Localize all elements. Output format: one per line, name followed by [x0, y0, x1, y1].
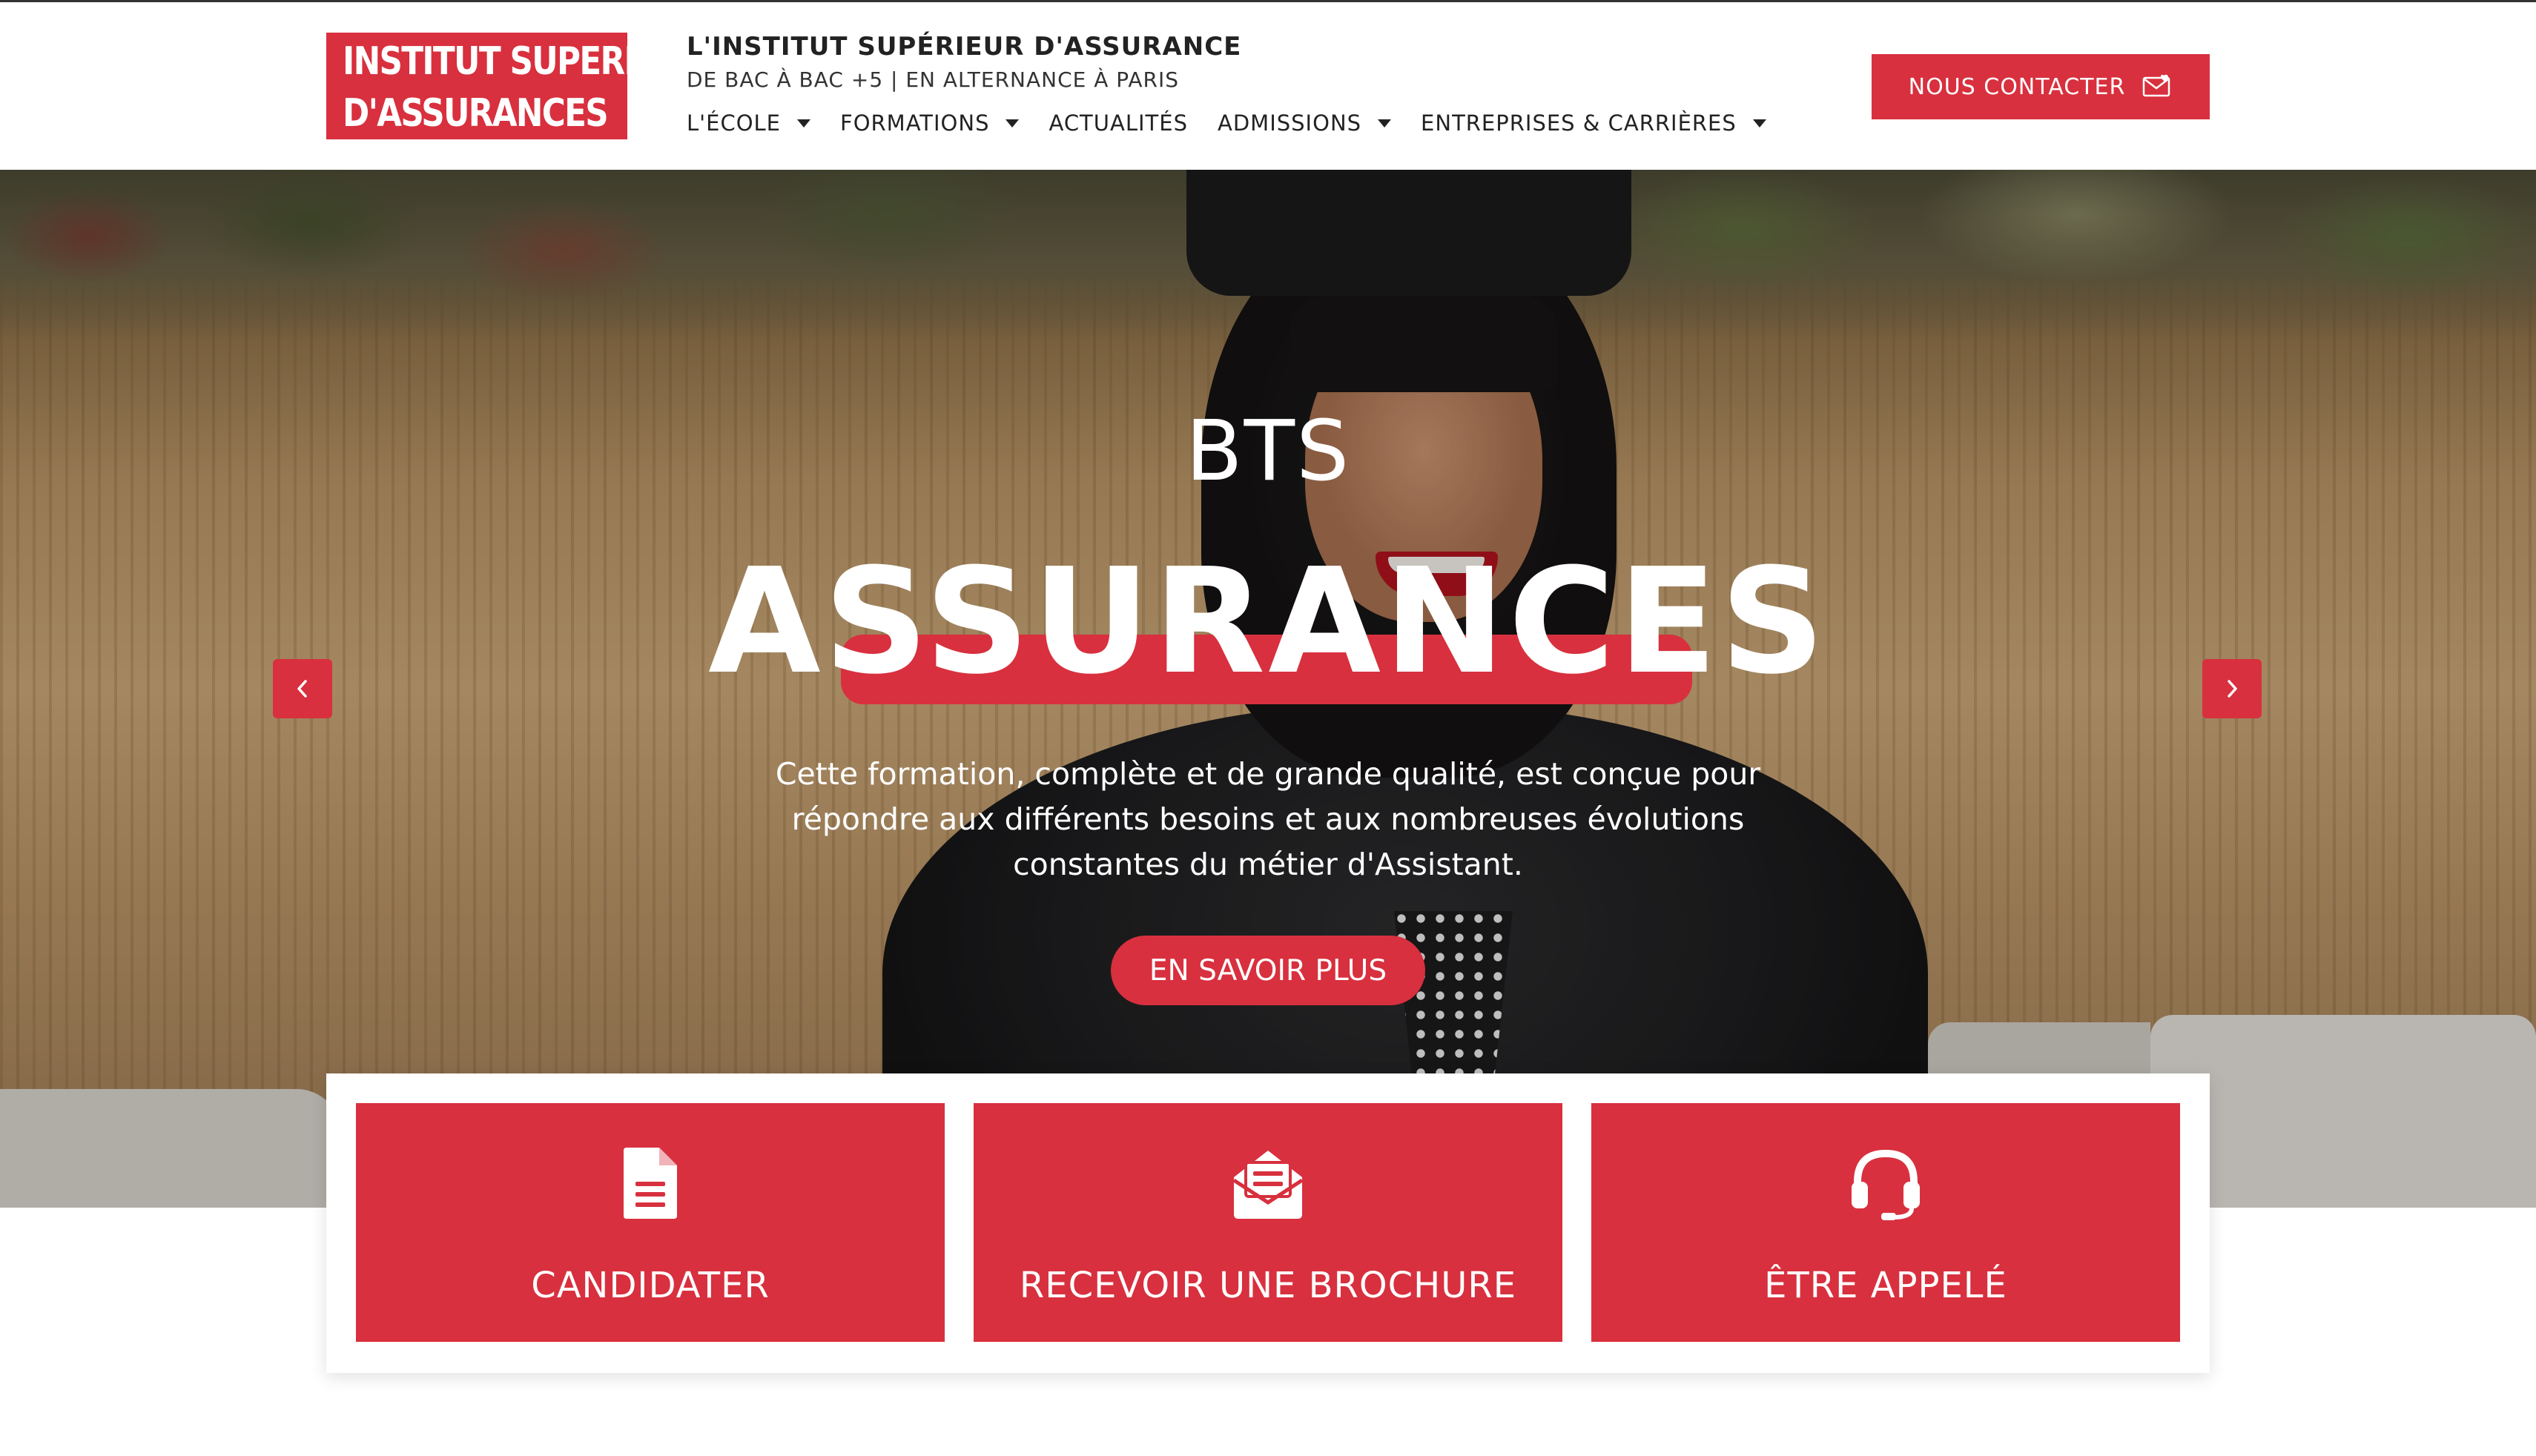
caret-down-icon: [1378, 119, 1392, 128]
brochure-card[interactable]: RECEVOIR UNE BROCHURE: [974, 1103, 1562, 1342]
nav-item-actualites[interactable]: ACTUALITÉS: [1049, 110, 1188, 136]
hero-banner: BTS ASSURANCES Cette formation, complète…: [0, 170, 2536, 1208]
callback-card-label: ÊTRE APPELÉ: [1764, 1265, 2007, 1306]
main-nav: L'ÉCOLE FORMATIONS ACTUALITÉS ADMISSIONS…: [687, 110, 1796, 136]
nav-item-label: ADMISSIONS: [1218, 110, 1362, 136]
brochure-card-label: RECEVOIR UNE BROCHURE: [1019, 1265, 1517, 1306]
brand-subtitle: DE BAC À BAC +5 | EN ALTERNANCE À PARIS: [687, 67, 1180, 92]
headset-icon: [1847, 1145, 1924, 1222]
site-logo[interactable]: INSTITUT SUPERIEUR D'ASSURANCES: [326, 33, 706, 139]
caret-down-icon: [1006, 119, 1020, 128]
nav-item-admissions[interactable]: ADMISSIONS: [1218, 110, 1392, 136]
chevron-right-icon: [2228, 680, 2237, 698]
callback-card[interactable]: ÊTRE APPELÉ: [1591, 1103, 2180, 1342]
site-header: INSTITUT SUPERIEUR D'ASSURANCES L'INSTIT…: [0, 2, 2536, 170]
chevron-left-icon: [297, 680, 307, 698]
nav-item-label: L'ÉCOLE: [687, 110, 782, 136]
nav-item-label: ENTREPRISES & CARRIÈRES: [1421, 110, 1737, 136]
contact-button-label: NOUS CONTACTER: [1908, 73, 2126, 100]
caret-down-icon: [1752, 119, 1766, 128]
apply-card-label: CANDIDATER: [531, 1265, 770, 1306]
contact-button[interactable]: NOUS CONTACTER: [1872, 54, 2210, 119]
quick-actions: CANDIDATER RECEVOIR UNE BROCHURE ÊTRE AP: [326, 1073, 2210, 1373]
brand-title: L'INSTITUT SUPÉRIEUR D'ASSURANCE: [687, 32, 1242, 62]
nav-item-formations[interactable]: FORMATIONS: [840, 110, 1020, 136]
apply-card[interactable]: CANDIDATER: [356, 1103, 945, 1342]
learn-more-button[interactable]: EN SAVOIR PLUS: [1111, 936, 1425, 1005]
nav-item-label: FORMATIONS: [840, 110, 990, 136]
hero-description: Cette formation, complète et de grande q…: [775, 756, 1761, 882]
nav-item-entreprises-carrieres[interactable]: ENTREPRISES & CARRIÈRES: [1421, 110, 1766, 136]
caret-down-icon: [797, 119, 811, 128]
nav-item-ecole[interactable]: L'ÉCOLE: [687, 110, 811, 136]
slider-prev-button[interactable]: [273, 659, 332, 718]
nav-item-label: ACTUALITÉS: [1049, 110, 1188, 136]
hero-overline: BTS: [1185, 403, 1351, 500]
envelope-open-icon: [1229, 1145, 1307, 1222]
slider-next-button[interactable]: [2202, 659, 2262, 718]
hero-title: ASSURANCES: [708, 537, 1828, 707]
logo-line-1: INSTITUT SUPERIEUR: [343, 39, 706, 84]
document-icon: [621, 1145, 680, 1222]
logo-line-2: D'ASSURANCES: [343, 91, 609, 136]
envelope-heart-icon: [2143, 74, 2170, 97]
